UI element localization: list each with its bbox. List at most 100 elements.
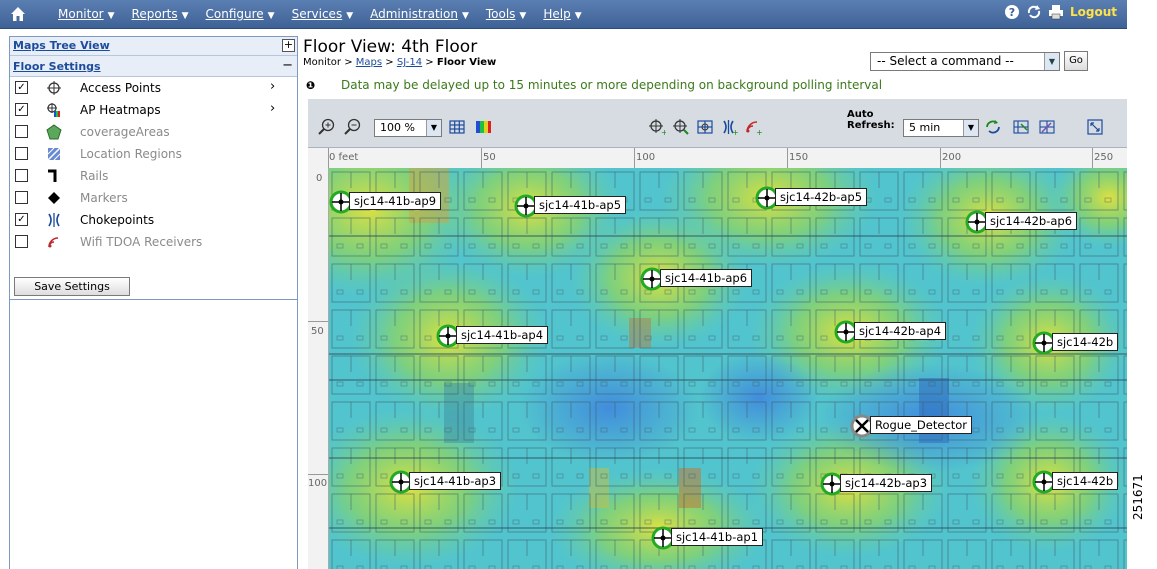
floor-settings-link[interactable]: Floor Settings	[13, 60, 101, 73]
ap-label: sjc14-41b-ap9	[349, 192, 442, 210]
menu-help[interactable]: Help ▼	[543, 7, 581, 21]
marker-icon	[46, 190, 62, 206]
crumb-maps-link[interactable]: Maps	[356, 57, 382, 68]
layer-checkbox[interactable]	[15, 191, 28, 204]
refresh-map-icon[interactable]	[984, 118, 1002, 136]
ap-label: sjc14-41b-ap6	[660, 269, 753, 287]
heatmap-legend-icon[interactable]	[474, 118, 492, 136]
chevron-down-icon: ▼	[1044, 53, 1059, 70]
zoom-out-icon[interactable]	[344, 118, 362, 136]
layer-checkbox[interactable]: ✓	[15, 213, 28, 226]
svg-text:+: +	[661, 128, 666, 136]
ap-label: sjc14-42b-ap6	[985, 212, 1078, 230]
add-chokepoint-icon[interactable]: +	[720, 118, 738, 136]
fullscreen-icon[interactable]	[1086, 118, 1104, 136]
layer-row-coverageareas[interactable]: coverageAreas	[10, 121, 297, 143]
collapse-icon[interactable]: −	[282, 58, 293, 73]
map-toolbar: 100 % ▼ + + + Auto Refresh: 5 min ▼	[308, 99, 1127, 148]
floor-grid-icon[interactable]	[696, 118, 714, 136]
ap-label: sjc14-42b	[1052, 472, 1119, 490]
y-tick-0: 0	[316, 173, 323, 184]
page-title: Floor View: 4th Floor	[303, 37, 478, 57]
left-panel: Maps Tree View + Floor Settings − ✓ Acces…	[9, 36, 298, 300]
maps-tree-view-link[interactable]: Maps Tree View	[13, 39, 110, 52]
y-tick-1: 50	[311, 326, 324, 337]
layer-checkbox[interactable]: ✓	[15, 103, 28, 116]
layer-checkbox[interactable]	[15, 147, 28, 160]
help-icon[interactable]: ?	[1004, 4, 1020, 20]
heatmap-icon	[46, 102, 62, 118]
breadcrumb: Monitor > Maps > SJ-14 > Floor View	[303, 57, 497, 68]
layer-label: AP Heatmaps	[80, 103, 161, 117]
layer-row-chokepoints[interactable]: ✓ Chokepoints	[10, 209, 297, 231]
layer-row-access-points[interactable]: ✓ Access Points ›	[10, 77, 297, 99]
crumb-monitor: Monitor	[303, 57, 342, 68]
layer-label: Access Points	[80, 81, 161, 95]
x-tick-4: 200	[942, 152, 962, 163]
main-menu: Monitor ▼ Reports ▼ Configure ▼ Services ▼ A…	[58, 0, 599, 28]
menu-monitor[interactable]: Monitor ▼	[58, 7, 115, 21]
ap-label: sjc14-42b	[1052, 333, 1119, 351]
print-icon[interactable]	[1048, 4, 1064, 20]
command-select[interactable]: -- Select a command -- ▼	[870, 52, 1060, 71]
zoom-select[interactable]: 100 % ▼	[374, 119, 442, 137]
zoom-in-icon[interactable]	[318, 118, 336, 136]
x-tick-0: 0 feet	[329, 152, 359, 163]
add-tdoa-receiver-icon[interactable]: +	[744, 118, 762, 136]
crumb-site-link[interactable]: SJ-14	[397, 57, 422, 68]
position-ap-icon[interactable]	[672, 118, 690, 136]
save-settings-button[interactable]: Save Settings	[14, 277, 130, 296]
layer-row-ap-heatmaps[interactable]: ✓ AP Heatmaps ›	[10, 99, 297, 121]
layer-row-wifi-tdoa-receivers[interactable]: Wifi TDOA Receivers	[10, 231, 297, 253]
home-icon[interactable]	[10, 6, 26, 22]
ap-label: sjc14-42b-ap3	[840, 474, 933, 492]
map-edit-icon[interactable]	[1038, 118, 1056, 136]
grid-icon[interactable]	[448, 118, 466, 136]
rail-icon	[46, 168, 62, 184]
refresh-icon[interactable]	[1026, 4, 1042, 20]
layer-checkbox[interactable]	[15, 169, 28, 182]
layer-row-markers[interactable]: Markers	[10, 187, 297, 209]
logout-link[interactable]: Logout	[1070, 5, 1117, 19]
coverage-area-icon	[46, 124, 62, 140]
go-button[interactable]: Go	[1064, 51, 1088, 71]
floor-map[interactable]: sjc14-41b-ap9 sjc14-41b-ap5 sjc14-42b-ap…	[329, 168, 1127, 569]
ap-label: sjc14-41b-ap1	[671, 528, 764, 546]
menu-administration[interactable]: Administration ▼	[370, 7, 469, 21]
ap-label: sjc14-41b-ap3	[409, 472, 502, 490]
access-point-icon	[46, 80, 62, 96]
svg-text:?: ?	[1009, 6, 1015, 19]
layer-checkbox[interactable]	[15, 235, 28, 248]
layer-label: Location Regions	[80, 147, 182, 161]
layer-row-rails[interactable]: Rails	[10, 165, 297, 187]
left-panel-lower	[9, 298, 298, 569]
expand-tree-icon[interactable]: +	[282, 39, 295, 52]
menu-tools[interactable]: Tools ▼	[486, 7, 526, 21]
layer-checkbox[interactable]	[15, 125, 28, 138]
maps-tree-view-header: Maps Tree View +	[10, 37, 297, 56]
menu-configure[interactable]: Configure ▼	[206, 7, 275, 21]
layer-label: coverageAreas	[80, 125, 170, 139]
chevron-right-icon[interactable]: ›	[270, 101, 275, 116]
map-properties-icon[interactable]	[1012, 118, 1030, 136]
ap-label: sjc14-41b-ap4	[456, 326, 549, 344]
menu-services[interactable]: Services ▼	[292, 7, 354, 21]
crumb-current: Floor View	[436, 57, 497, 68]
chevron-right-icon[interactable]: ›	[270, 79, 275, 94]
ap-label: sjc14-42b-ap5	[775, 188, 868, 206]
figure-number: 251671	[1131, 474, 1145, 520]
add-ap-icon[interactable]: +	[648, 118, 666, 136]
layer-checkbox[interactable]: ✓	[15, 81, 28, 94]
ap-label: sjc14-41b-ap5	[534, 196, 627, 214]
layer-label: Markers	[80, 191, 128, 205]
ap-label: Rogue_Detector	[870, 416, 973, 434]
nav-right-tools: ? Logout	[1004, 4, 1117, 20]
refresh-interval-select[interactable]: 5 min ▼	[903, 119, 979, 137]
layer-label: Chokepoints	[80, 213, 155, 227]
layer-label: Rails	[80, 169, 109, 183]
layer-label: Wifi TDOA Receivers	[80, 235, 203, 249]
ap-label: sjc14-42b-ap4	[854, 322, 947, 340]
chevron-down-icon: ▼	[426, 120, 441, 136]
layer-row-location-regions[interactable]: Location Regions	[10, 143, 297, 165]
menu-reports[interactable]: Reports ▼	[132, 7, 189, 21]
